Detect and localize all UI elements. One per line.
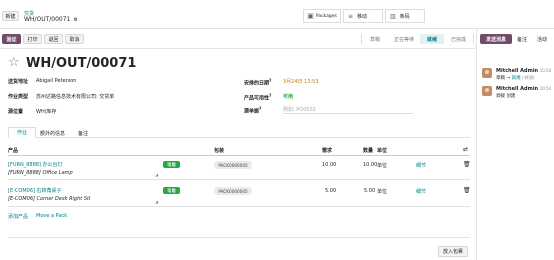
chatter-msg2-header: Mitchell Admin 10:54 xyxy=(496,86,551,92)
operation-type-field[interactable]: 苏州达路信息技术有限公司: 交货单 xyxy=(36,93,114,100)
row2-resize-icon: ◢ xyxy=(155,199,159,204)
new-button[interactable]: 新建 xyxy=(2,11,19,21)
chatter-separator xyxy=(476,28,477,260)
return-button[interactable]: 退回 xyxy=(44,34,63,44)
row2-divider xyxy=(8,206,470,207)
row2-package-tag[interactable]: PACK0000005 xyxy=(214,187,252,195)
stage-ready[interactable]: 就绪 xyxy=(420,34,444,44)
cubes-icon: ▣ xyxy=(307,12,314,20)
tab-operations[interactable]: 作业 xyxy=(8,127,36,138)
row2-status-badge: 可用 xyxy=(163,187,180,194)
row1-demand: 10.00 xyxy=(322,162,337,168)
col-unit-header[interactable]: 单位 xyxy=(377,147,387,154)
operation-type-label: 作业类型 xyxy=(8,94,29,100)
smart-button-moves[interactable]: ≡ 移动 xyxy=(343,9,383,23)
row2-product[interactable]: [E-COM06] 右转角桌子 xyxy=(8,187,62,194)
col-quantity-header[interactable]: 数量 xyxy=(363,147,373,154)
add-product-link[interactable]: 添加产品 xyxy=(8,213,28,220)
smart-button-barcode[interactable]: ▥ 条码 xyxy=(385,9,425,23)
delivery-address-field[interactable]: Abigail Peterson xyxy=(36,78,76,84)
row1-divider xyxy=(8,179,470,180)
row1-delete-icon[interactable]: 🗑 xyxy=(463,161,471,168)
source-document-input[interactable]: 例如: PO0032 xyxy=(283,106,413,114)
arrow-right-icon: → xyxy=(506,76,511,81)
scheduled-date-field[interactable]: 3月24日 13:53 xyxy=(283,78,319,85)
chatter-author: Mitchell Admin xyxy=(496,86,539,92)
action-divider xyxy=(0,48,475,49)
avatar xyxy=(482,86,492,96)
stage-draft[interactable]: 草稿 xyxy=(361,34,388,44)
product-availability-label: 产品可用性? xyxy=(244,93,272,102)
header-divider xyxy=(8,155,470,156)
row1-resize-icon: ◢ xyxy=(155,172,159,177)
row1-package-tag[interactable]: PACK0000005 xyxy=(214,161,252,169)
stage-waiting[interactable]: 正在等待 xyxy=(388,34,420,44)
chatter-msg1-body: 草稿 → 就绪 (状态) xyxy=(496,76,535,81)
col-package-header[interactable]: 包装 xyxy=(214,147,224,154)
row2-demand: 5.00 xyxy=(325,188,337,194)
breadcrumb-current: WH/OUT/00071 ⚙ xyxy=(24,16,78,23)
record-title: WH/OUT/00071 xyxy=(26,56,137,71)
barcode-icon: ▥ xyxy=(390,12,396,20)
row2-delete-icon[interactable]: 🗑 xyxy=(463,187,471,194)
row1-details-link[interactable]: 细节 xyxy=(416,162,426,169)
row2-description[interactable]: [E-COM06] Corner Desk Right Sit xyxy=(8,196,90,202)
chatter-time: 10:54 xyxy=(539,68,552,73)
stage-done[interactable]: 已完成 xyxy=(444,34,474,44)
scheduled-date-label: 安排的日期? xyxy=(244,78,272,87)
log-note-button[interactable]: 备注 xyxy=(517,36,527,43)
list-icon: ≡ xyxy=(348,12,354,20)
activity-button[interactable]: 活动 xyxy=(537,36,547,43)
chatter-msg2-body: 调拨 创建 xyxy=(496,94,516,99)
row1-product[interactable]: [FURN_8888] 办公台灯 xyxy=(8,161,62,168)
tab-notes[interactable]: 备注 xyxy=(78,130,88,137)
source-location-label: 源位置 xyxy=(8,109,24,115)
row1-unit: 单位 xyxy=(377,163,388,169)
row1-status-badge: 可用 xyxy=(163,161,180,168)
row2-quantity[interactable]: 5.00 xyxy=(364,188,375,194)
column-settings-icon[interactable]: ⇄ xyxy=(463,146,468,153)
delivery-address-label: 送货地址 xyxy=(8,79,29,85)
col-demand-header[interactable]: 需求 xyxy=(322,147,332,154)
put-in-pack-button[interactable]: 放入包裹 xyxy=(438,246,468,257)
chatter-time: 10:54 xyxy=(539,86,552,91)
source-location-field[interactable]: WH/库存 xyxy=(36,108,56,115)
gear-icon[interactable]: ⚙ xyxy=(73,17,77,23)
col-product-header[interactable]: 产品 xyxy=(8,147,18,154)
avatar xyxy=(482,68,492,78)
priority-star-icon[interactable]: ☆ xyxy=(8,55,20,70)
cancel-button[interactable]: 取消 xyxy=(65,34,84,44)
row2-details-link[interactable]: 细节 xyxy=(416,188,426,195)
row1-description[interactable]: [FURN_8888] Office Lamp xyxy=(8,170,73,176)
chatter-author: Mitchell Admin xyxy=(496,68,539,74)
table-bottom-divider xyxy=(8,237,470,238)
source-document-label: 源单据? xyxy=(244,106,262,115)
top-divider xyxy=(0,28,554,29)
row2-unit: 单位 xyxy=(377,189,388,195)
tab-extra-info[interactable]: 额外的信息 xyxy=(40,130,65,137)
tabs-divider xyxy=(8,137,470,138)
move-pack-link[interactable]: Move a Pack xyxy=(36,213,67,219)
print-button[interactable]: 打印 xyxy=(23,34,42,44)
smart-button-packages[interactable]: ▣ Packages xyxy=(303,9,341,23)
product-availability-value: 可用 xyxy=(283,94,294,100)
send-message-button[interactable]: 发送消息 xyxy=(480,34,512,44)
row1-quantity[interactable]: 10.00 xyxy=(363,162,377,168)
validate-button[interactable]: 验证 xyxy=(2,34,21,44)
record-ref: WH/OUT/00071 xyxy=(24,16,71,23)
chatter-msg1-header: Mitchell Admin 10:54 xyxy=(496,68,551,74)
